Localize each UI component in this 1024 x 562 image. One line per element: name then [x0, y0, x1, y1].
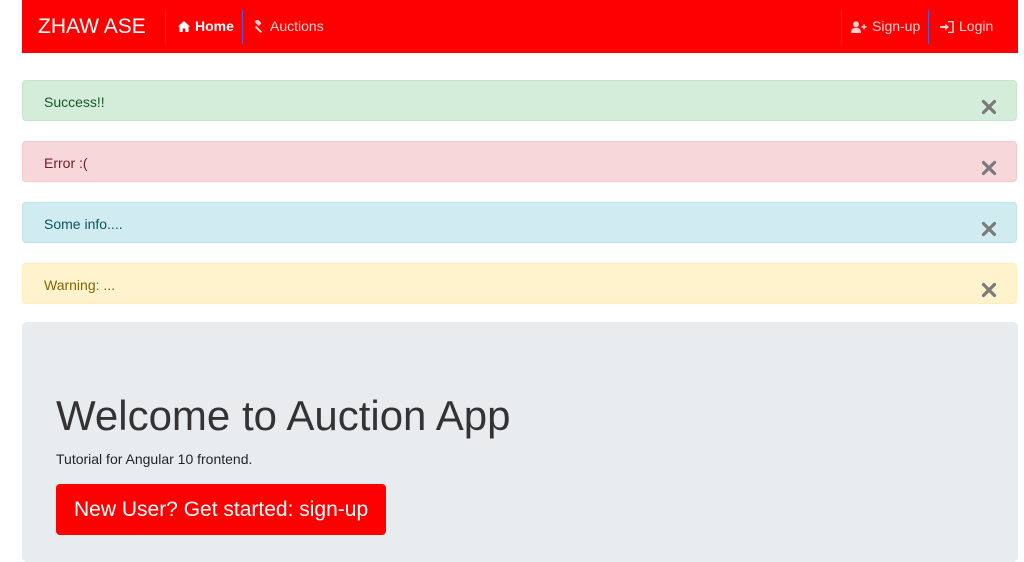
nav-item-signup[interactable]: Sign-up: [851, 0, 920, 53]
close-icon[interactable]: [981, 282, 997, 298]
nav-item-home[interactable]: Home: [178, 0, 234, 53]
top-navbar: ZHAW ASE Home Auctions Sign-up Login: [22, 0, 1018, 53]
alert-warning-text: Warning: ...: [44, 277, 116, 293]
close-icon[interactable]: [981, 99, 997, 115]
user-plus-icon: [851, 20, 867, 33]
page-subtitle: Tutorial for Angular 10 frontend.: [56, 451, 253, 467]
nav-divider: [242, 10, 243, 44]
gavel-icon: [252, 20, 265, 33]
navbar-brand[interactable]: ZHAW ASE: [38, 0, 146, 53]
nav-item-auctions-label: Auctions: [270, 18, 324, 34]
signup-button[interactable]: New User? Get started: sign-up: [56, 484, 387, 535]
nav-item-login[interactable]: Login: [940, 0, 993, 53]
nav-item-signup-label: Sign-up: [872, 18, 921, 34]
nav-divider: [928, 10, 929, 44]
alert-success-text: Success!!: [44, 94, 105, 110]
close-icon[interactable]: [981, 160, 997, 176]
alert-success: Success!!: [22, 80, 1017, 121]
nav-item-home-label: Home: [195, 18, 234, 34]
nav-divider: [841, 10, 842, 44]
sign-in-icon: [940, 20, 954, 33]
home-icon: [178, 21, 190, 32]
alert-error-text: Error :(: [44, 155, 88, 171]
page-title: Welcome to Auction App: [56, 392, 511, 439]
alert-error: Error :(: [22, 141, 1017, 182]
welcome-jumbotron: Welcome to Auction App Tutorial for Angu…: [22, 322, 1018, 562]
alert-info-text: Some info....: [44, 216, 123, 232]
nav-item-login-label: Login: [959, 18, 994, 34]
alert-warning: Warning: ...: [22, 263, 1017, 304]
nav-divider: [165, 10, 166, 44]
nav-item-auctions[interactable]: Auctions: [252, 0, 324, 53]
alert-info: Some info....: [22, 202, 1017, 243]
close-icon[interactable]: [981, 221, 997, 237]
